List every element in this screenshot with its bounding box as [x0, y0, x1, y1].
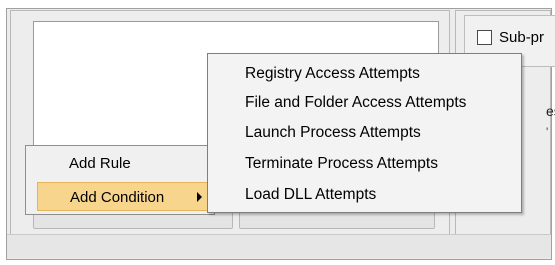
submenu-item-file-folder-access[interactable]: File and Folder Access Attempts — [245, 94, 466, 112]
subprocess-checkbox[interactable] — [477, 30, 492, 45]
truncated-text-2: ' — [546, 125, 549, 139]
context-menu: Add Rule Add Condition — [25, 145, 215, 215]
submenu-item-load-dll[interactable]: Load DLL Attempts — [245, 186, 376, 204]
menu-item-add-condition[interactable]: Add Condition — [37, 182, 213, 211]
add-condition-submenu: Registry Access Attempts File and Folder… — [207, 53, 522, 213]
chevron-right-icon — [197, 192, 202, 202]
menu-item-label: Add Condition — [70, 189, 165, 206]
submenu-item-registry-access[interactable]: Registry Access Attempts — [245, 65, 420, 83]
truncated-text-1: es — [546, 103, 555, 119]
menu-item-label: Add Rule — [69, 155, 131, 172]
submenu-item-launch-process[interactable]: Launch Process Attempts — [245, 124, 421, 142]
subprocess-checkbox-label: Sub-pr — [499, 29, 545, 46]
status-bar — [7, 234, 551, 258]
submenu-item-terminate-process[interactable]: Terminate Process Attempts — [245, 155, 438, 173]
menu-item-add-rule[interactable]: Add Rule — [37, 149, 213, 178]
